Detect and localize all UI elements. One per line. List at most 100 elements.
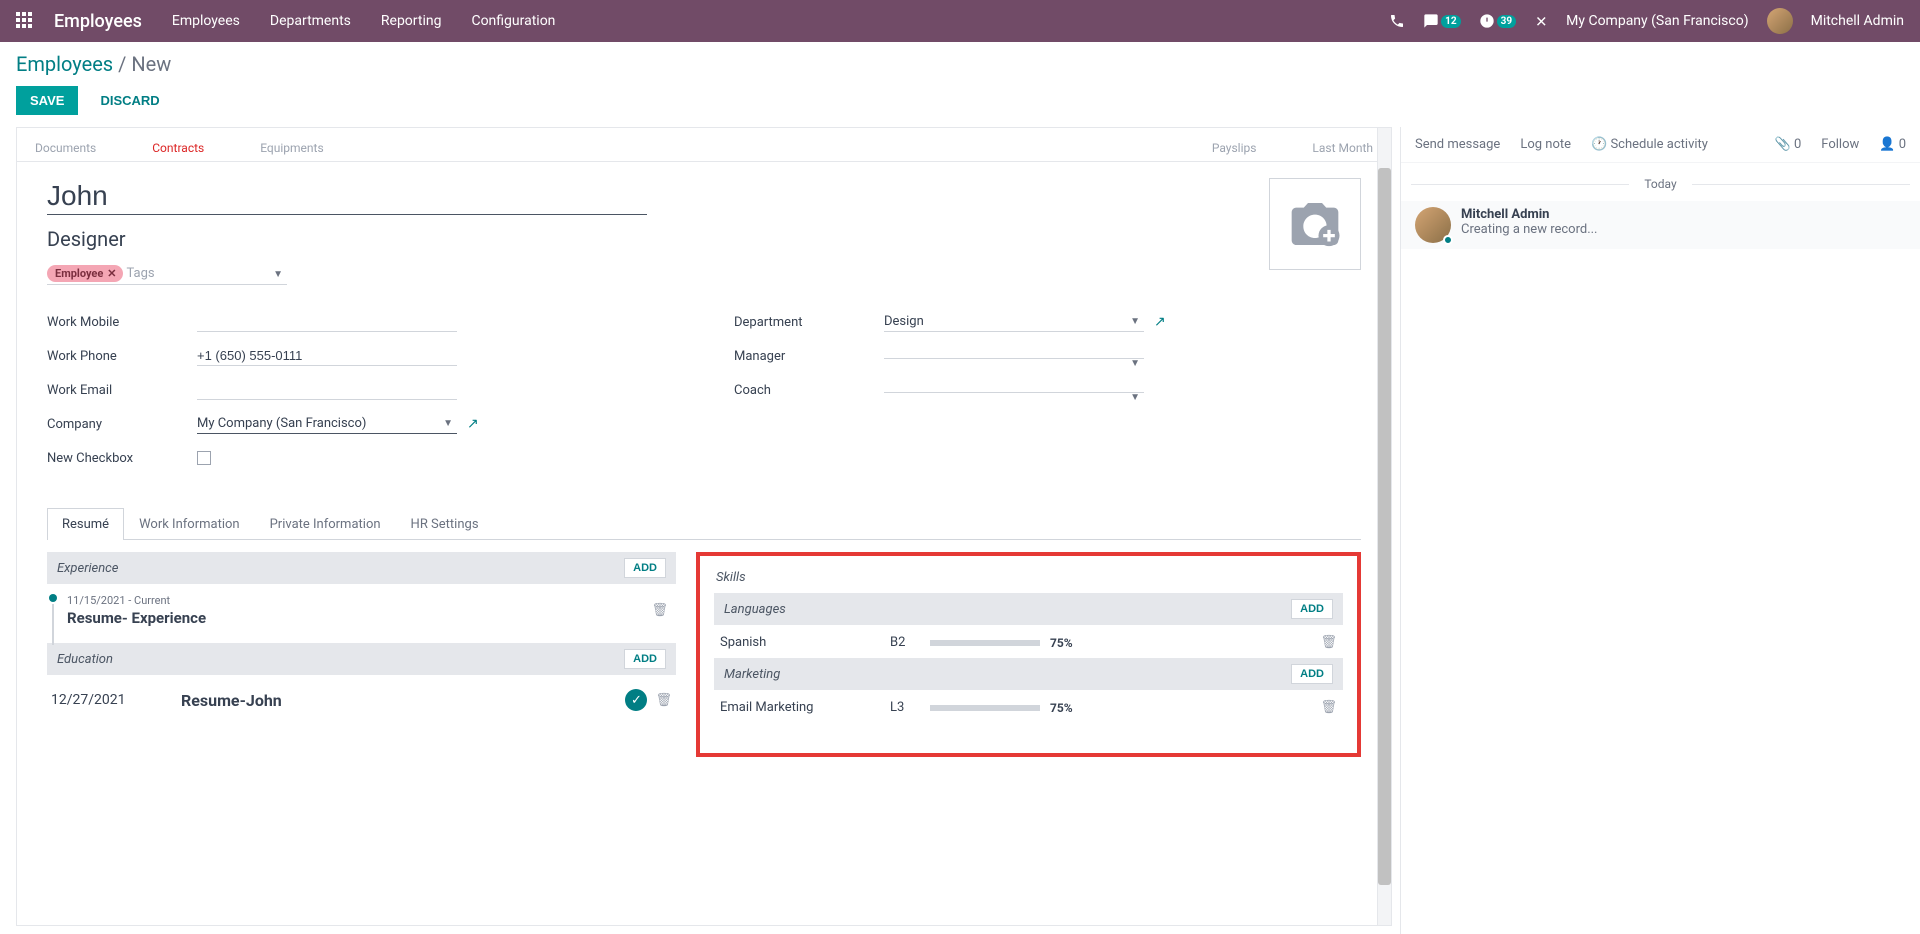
tag-remove-icon[interactable]: ✕ <box>107 267 116 280</box>
menu-reporting[interactable]: Reporting <box>381 13 442 29</box>
user-name[interactable]: Mitchell Admin <box>1811 13 1904 29</box>
save-button[interactable]: SAVE <box>16 86 78 115</box>
add-education-button[interactable]: ADD <box>624 649 666 669</box>
education-title: Resume-John <box>181 691 282 710</box>
experience-header: Experience ADD <box>47 552 676 584</box>
breadcrumb: Employees / New <box>16 52 1904 76</box>
send-message-button[interactable]: Send message <box>1415 137 1500 152</box>
topbar: Employees Employees Departments Reportin… <box>0 0 1920 42</box>
menu-configuration[interactable]: Configuration <box>471 13 555 29</box>
trash-icon[interactable]: 🗑 <box>655 693 672 708</box>
online-dot-icon <box>1443 235 1453 245</box>
skill-row[interactable]: Email Marketing L3 75% 🗑 <box>714 696 1343 723</box>
message-item: Mitchell Admin Creating a new record... <box>1401 201 1920 249</box>
skill-row[interactable]: Spanish B2 75% 🗑 <box>714 631 1343 658</box>
tabs: Resumé Work Information Private Informat… <box>47 507 1361 540</box>
message-author: Mitchell Admin <box>1461 207 1906 222</box>
label-coach: Coach <box>734 383 884 398</box>
followers-count[interactable]: 👤 0 <box>1879 137 1906 152</box>
scrollbar[interactable] <box>1377 128 1391 925</box>
chatter-header: Send message Log note 🕐 Schedule activit… <box>1401 127 1920 163</box>
trash-icon[interactable]: 🗑 <box>1320 700 1337 715</box>
scroll-thumb[interactable] <box>1378 168 1391 885</box>
label-department: Department <box>734 315 884 330</box>
work-mobile-input[interactable] <box>197 312 457 332</box>
skills-header: Skills <box>714 570 1343 585</box>
stat-payslips[interactable]: Payslips <box>1204 137 1265 159</box>
job-title[interactable]: Designer <box>47 227 1239 251</box>
label-company: Company <box>47 417 197 432</box>
skill-bar <box>930 640 1040 646</box>
tags-placeholder: Tags <box>127 266 155 281</box>
chevron-down-icon: ▼ <box>1130 358 1140 369</box>
apps-icon[interactable] <box>16 12 34 30</box>
education-item[interactable]: 12/27/2021 Resume-John ✓ 🗑 <box>47 681 676 719</box>
department-select[interactable]: Design▼ <box>884 312 1144 332</box>
label-work-phone: Work Phone <box>47 349 197 364</box>
stat-last-month[interactable]: Last Month <box>1304 137 1381 159</box>
trash-icon[interactable]: 🗑 <box>1320 635 1337 650</box>
activities-icon[interactable]: 39 <box>1479 13 1516 29</box>
add-marketing-button[interactable]: ADD <box>1291 664 1333 684</box>
chatter-panel: Send message Log note 🕐 Schedule activit… <box>1400 127 1920 934</box>
skill-category-marketing: Marketing ADD <box>714 658 1343 690</box>
chevron-down-icon[interactable]: ▼ <box>273 269 283 280</box>
manager-select[interactable]: ▼ <box>884 354 1144 359</box>
tab-work-info[interactable]: Work Information <box>124 508 255 540</box>
tag-employee[interactable]: Employee ✕ <box>47 265 123 282</box>
form-content: Designer Employee ✕ Tags ▼ Work Mobile W… <box>17 162 1391 773</box>
close-debug-icon[interactable] <box>1534 14 1548 28</box>
stat-documents[interactable]: Documents <box>27 137 104 159</box>
employee-name-input[interactable] <box>47 178 647 215</box>
external-link-icon[interactable]: ↗ <box>1154 314 1166 330</box>
menu-employees[interactable]: Employees <box>172 13 240 29</box>
skill-name: Email Marketing <box>720 700 880 715</box>
add-experience-button[interactable]: ADD <box>624 558 666 578</box>
form-panel: Documents Contracts Equipments Payslips … <box>16 127 1392 926</box>
message-body: Creating a new record... <box>1461 222 1906 237</box>
user-avatar[interactable] <box>1767 8 1793 34</box>
company-select[interactable]: My Company (San Francisco)▼ <box>197 414 457 434</box>
log-note-button[interactable]: Log note <box>1520 137 1571 152</box>
external-link-icon[interactable]: ↗ <box>467 416 479 432</box>
work-email-input[interactable] <box>197 380 457 400</box>
main-area: Documents Contracts Equipments Payslips … <box>0 127 1920 934</box>
topbar-right: 12 39 My Company (San Francisco) Mitchel… <box>1389 8 1904 34</box>
stat-contracts[interactable]: Contracts <box>144 137 212 159</box>
messages-badge: 12 <box>1441 15 1460 28</box>
schedule-activity-button[interactable]: 🕐 Schedule activity <box>1591 137 1708 152</box>
menu-departments[interactable]: Departments <box>270 13 351 29</box>
messages-icon[interactable]: 12 <box>1423 13 1460 29</box>
education-header: Education ADD <box>47 643 676 675</box>
skill-name: Spanish <box>720 635 880 650</box>
attachment-count[interactable]: 📎 0 <box>1775 137 1802 152</box>
company-selector[interactable]: My Company (San Francisco) <box>1566 13 1748 29</box>
breadcrumb-parent[interactable]: Employees <box>16 52 113 76</box>
tab-private-info[interactable]: Private Information <box>255 508 396 540</box>
experience-title: Resume- Experience <box>67 609 643 627</box>
follow-button[interactable]: Follow <box>1821 137 1859 152</box>
skill-level: B2 <box>890 635 920 650</box>
coach-select[interactable]: ▼ <box>884 388 1144 393</box>
tags-field[interactable]: Employee ✕ Tags ▼ <box>47 265 287 285</box>
stat-equipments[interactable]: Equipments <box>252 137 331 159</box>
today-divider: Today <box>1401 177 1920 191</box>
check-icon[interactable]: ✓ <box>625 689 647 711</box>
skill-percent: 75% <box>1050 636 1073 650</box>
phone-icon[interactable] <box>1389 13 1405 29</box>
skill-bar <box>930 705 1040 711</box>
experience-date: 11/15/2021 - Current <box>67 594 643 607</box>
chevron-down-icon: ▼ <box>1130 392 1140 403</box>
skill-percent: 75% <box>1050 701 1073 715</box>
label-work-email: Work Email <box>47 383 197 398</box>
photo-upload[interactable] <box>1269 178 1361 270</box>
experience-item[interactable]: 11/15/2021 - Current Resume- Experience … <box>47 590 676 635</box>
work-phone-input[interactable] <box>197 346 457 366</box>
trash-icon[interactable]: 🗑 <box>651 603 668 618</box>
tab-resume[interactable]: Resumé <box>47 508 124 540</box>
label-manager: Manager <box>734 349 884 364</box>
discard-button[interactable]: DISCARD <box>90 86 169 115</box>
new-checkbox[interactable] <box>197 451 211 465</box>
add-language-button[interactable]: ADD <box>1291 599 1333 619</box>
tab-hr-settings[interactable]: HR Settings <box>396 508 494 540</box>
